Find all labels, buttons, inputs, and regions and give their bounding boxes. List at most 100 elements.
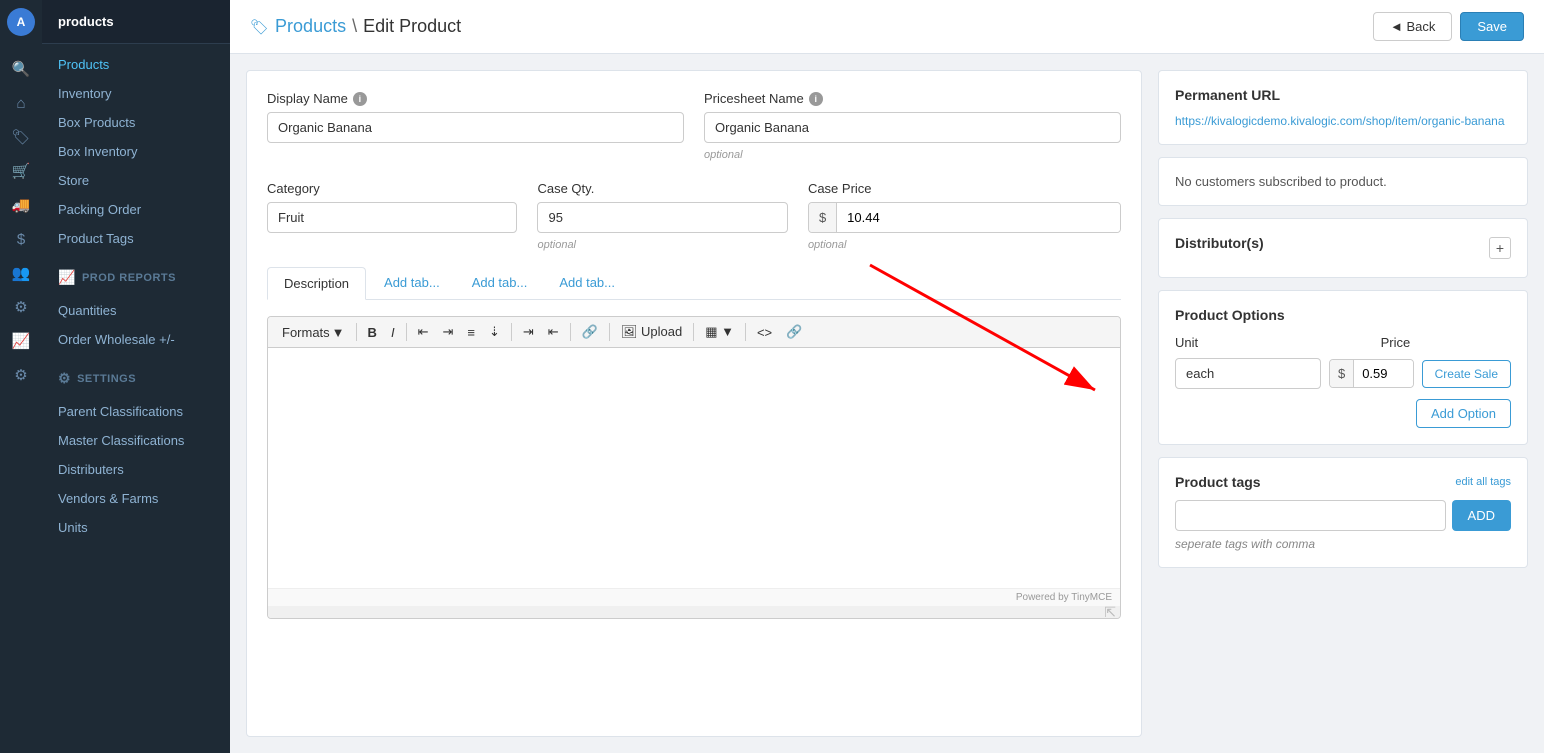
sidebar-item-vendors-farms-label: Vendors & Farms [58,491,158,506]
sidebar-item-units-label: Units [58,520,88,535]
sidebar-item-box-products-label: Box Products [58,115,135,130]
display-name-input[interactable] [267,112,684,143]
tags-input-row: ADD [1175,500,1511,531]
editor-body[interactable] [268,348,1120,588]
sidebar-item-products[interactable]: Products [42,50,230,79]
main-content: 🏷 Products \ Edit Product ◄ Back Save Di… [230,0,1544,753]
top-bar-actions: ◄ Back Save [1373,12,1524,41]
gear-icon-bottom[interactable]: ⚙ [6,360,36,390]
people-icon[interactable]: 👥 [6,258,36,288]
edit-all-tags-link[interactable]: edit all tags [1455,476,1511,488]
tab-add-3[interactable]: Add tab... [543,267,631,299]
editor-footer: Powered by TinyMCE [268,588,1120,606]
pricesheet-optional-hint: optional [704,149,1121,161]
code-button[interactable]: <> [751,322,778,343]
outdent-button[interactable]: ⇤ [542,321,565,343]
permanent-url-title: Permanent URL [1175,87,1511,103]
add-option-button[interactable]: Add Option [1416,399,1511,428]
tab-add-2[interactable]: Add tab... [456,267,544,299]
option-price-group: $ [1329,359,1414,388]
sidebar-item-inventory[interactable]: Inventory [42,79,230,108]
sidebar-item-box-products[interactable]: Box Products [42,108,230,137]
breadcrumb-separator: \ [352,16,357,37]
pricesheet-name-label: Pricesheet Name i [704,91,1121,106]
search-icon[interactable]: 🔍 [6,54,36,84]
pricesheet-name-input[interactable] [704,112,1121,143]
dollar-icon[interactable]: $ [6,224,36,254]
toolbar-divider-3 [511,323,512,341]
align-justify-button[interactable]: ≡ [461,322,481,343]
case-qty-label: Case Qty. [537,181,787,196]
sidebar-item-vendors-farms[interactable]: Vendors & Farms [42,484,230,513]
puzzle-icon[interactable]: ⚙ [6,292,36,322]
sidebar-item-master-classifications[interactable]: Master Classifications [42,426,230,455]
align-right-button[interactable]: ⇣ [483,321,506,343]
pricesheet-name-info-icon: i [809,92,823,106]
tab-add-1[interactable]: Add tab... [368,267,456,299]
sidebar-item-box-inventory[interactable]: Box Inventory [42,137,230,166]
user-avatar[interactable]: A [7,8,35,36]
breadcrumb-products-link[interactable]: Products [275,16,346,37]
table-button[interactable]: ▦ ▼ [699,321,740,343]
toolbar-divider-6 [693,323,694,341]
right-panel: Permanent URL https://kivalogicdemo.kiva… [1158,70,1528,737]
tags-input-field[interactable] [1175,500,1446,531]
sidebar-item-parent-class-label: Parent Classifications [58,404,183,419]
distributors-add-button[interactable]: + [1489,237,1511,259]
formats-dropdown[interactable]: Formats ▼ [276,322,351,343]
permanent-url-link[interactable]: https://kivalogicdemo.kivalogic.com/shop… [1175,114,1505,128]
option-unit-input[interactable] [1175,358,1321,389]
option-row-1: $ Create Sale [1175,358,1511,389]
distributors-title: Distributor(s) [1175,235,1264,251]
case-qty-optional-hint: optional [537,239,787,251]
sidebar-item-distributers[interactable]: Distributers [42,455,230,484]
chart-icon[interactable]: 📈 [6,326,36,356]
sidebar-item-units[interactable]: Units [42,513,230,542]
tag-icon[interactable]: 🏷 [6,122,36,152]
align-center-button[interactable]: ⇥ [436,321,459,343]
sidebar-item-order-wholesale-label: Order Wholesale +/- [58,332,175,347]
save-button[interactable]: Save [1460,12,1524,41]
case-qty-input[interactable] [537,202,787,233]
toolbar-divider-1 [356,323,357,341]
home-icon[interactable]: ⌂ [6,88,36,118]
italic-button[interactable]: I [385,322,401,343]
category-input[interactable] [267,202,517,233]
back-button[interactable]: ◄ Back [1373,12,1452,41]
unlink-button[interactable]: 🔗 [780,321,808,343]
sidebar-item-distributers-label: Distributers [58,462,124,477]
tab-description[interactable]: Description [267,267,366,300]
content-area: Display Name i Pricesheet Name i optiona… [230,54,1544,753]
add-tag-button[interactable]: ADD [1452,500,1511,531]
distributors-card: Distributor(s) + [1158,218,1528,278]
category-label: Category [267,181,517,196]
editor-resize-handle[interactable]: ⇱ [268,606,1120,618]
editor-container: Formats ▼ B I ⇤ ⇥ ≡ ⇣ ⇥ ⇤ [267,316,1121,619]
case-price-input[interactable] [837,203,1120,232]
link-button[interactable]: 🔗 [576,321,604,343]
tabs-row: Description Add tab... Add tab... Add ta… [267,267,1121,300]
sidebar-item-packing-order[interactable]: Packing Order [42,195,230,224]
store-icon[interactable]: 🛒 [6,156,36,186]
prod-reports-section-title: 📈 PROD REPORTS [42,259,230,290]
indent-button[interactable]: ⇥ [517,321,540,343]
create-sale-button[interactable]: Create Sale [1422,360,1511,388]
app-name: products [58,14,114,29]
bold-button[interactable]: B [362,322,383,343]
sidebar-nav: products Products Inventory Box Products… [42,0,230,753]
sidebar-item-parent-classifications[interactable]: Parent Classifications [42,397,230,426]
sidebar-item-store[interactable]: Store [42,166,230,195]
form-group-display-name: Display Name i [267,91,684,161]
align-left-button[interactable]: ⇤ [412,321,435,343]
breadcrumb-current: Edit Product [363,16,461,37]
sidebar-icons-strip: A 🔍 ⌂ 🏷 🛒 🚚 $ 👥 ⚙ 📈 ⚙ [0,0,42,753]
option-price-input[interactable] [1354,360,1412,387]
sidebar-item-quantities[interactable]: Quantities [42,296,230,325]
prod-reports-section: Quantities Order Wholesale +/- [42,290,230,360]
truck-icon[interactable]: 🚚 [6,190,36,220]
sidebar-item-order-wholesale[interactable]: Order Wholesale +/- [42,325,230,354]
image-upload-button[interactable]: 🖼 Upload [615,321,688,343]
formats-chevron: ▼ [332,325,345,340]
col-unit-header: Unit [1175,335,1371,350]
sidebar-item-product-tags[interactable]: Product Tags [42,224,230,253]
